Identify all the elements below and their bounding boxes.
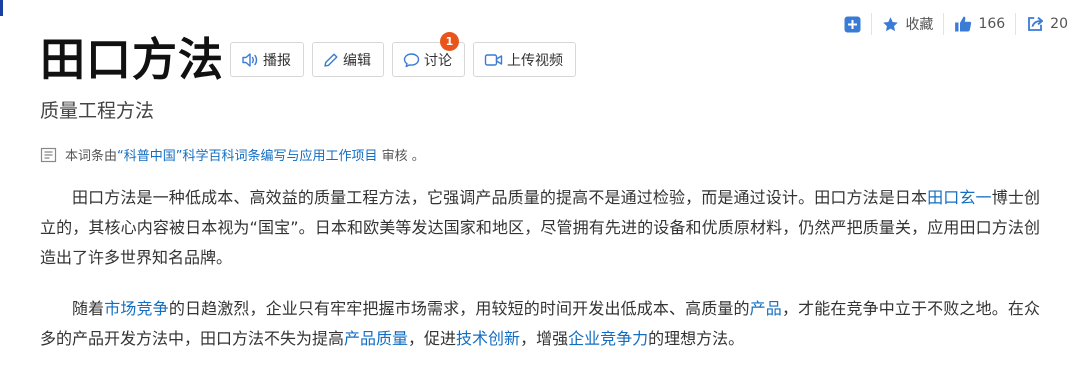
- review-project-link[interactable]: “科普中国”科学百科词条编写与应用工作项目: [117, 149, 377, 164]
- star-icon: [883, 16, 899, 31]
- like-count: 166: [978, 16, 1006, 32]
- paragraph-1: 田口方法是一种低成本、高效益的质量工程方法，它强调产品质量的提高不是通过检验，而…: [40, 188, 1040, 267]
- plus-square-icon: [844, 16, 861, 32]
- discuss-count-badge: 1: [440, 32, 459, 51]
- entry-actions-bar: 收藏 166 20: [834, 12, 1068, 36]
- thumbs-up-icon: [955, 16, 972, 32]
- pencil-icon: [324, 53, 338, 67]
- broadcast-label: 播报: [263, 52, 291, 69]
- paragraph-2: 随着市场竞争的日趋激烈，企业只有牢牢把握市场需求，用较短的时间开发出低成本、高质…: [40, 299, 1040, 348]
- like-button[interactable]: 166: [943, 13, 1015, 35]
- favorite-label: 收藏: [905, 17, 934, 33]
- discuss-button[interactable]: 讨论 1: [392, 32, 465, 77]
- speaker-icon: [242, 52, 258, 67]
- upload-video-label: 上传视频: [507, 52, 563, 69]
- favorite-button[interactable]: 收藏: [871, 13, 943, 35]
- review-notice: 本词条由“科普中国”科学百科词条编写与应用工作项目 审核 。: [40, 145, 425, 164]
- share-icon: [1028, 16, 1044, 31]
- upload-video-button[interactable]: 上传视频: [473, 42, 576, 77]
- link-technology-innovation[interactable]: 技术创新: [456, 329, 520, 348]
- add-button[interactable]: [834, 13, 871, 35]
- discuss-label: 讨论: [424, 52, 452, 69]
- review-notice-prefix: 本词条由: [65, 149, 118, 164]
- edit-label: 编辑: [343, 52, 371, 69]
- share-count: 20: [1050, 16, 1068, 32]
- edge-marker: [0, 0, 3, 16]
- edit-button[interactable]: 编辑: [312, 42, 384, 77]
- review-notice-suffix: 审核 。: [377, 149, 425, 164]
- broadcast-button[interactable]: 播报: [230, 42, 304, 77]
- link-product[interactable]: 产品: [750, 299, 782, 318]
- video-camera-icon: [484, 53, 503, 66]
- link-enterprise-competitiveness[interactable]: 企业竞争力: [568, 329, 648, 348]
- link-taguchi-genichi[interactable]: 田口玄一: [927, 188, 992, 207]
- share-button[interactable]: 20: [1015, 13, 1068, 35]
- entry-subtitle: 质量工程方法: [40, 100, 155, 122]
- link-product-quality[interactable]: 产品质量: [344, 329, 408, 348]
- entry-toolbar: 播报 编辑 讨论 1 上传视频: [230, 32, 576, 77]
- link-market-competition[interactable]: 市场竞争: [104, 299, 169, 318]
- entry-title: 田口方法: [40, 33, 225, 86]
- document-icon: [40, 147, 57, 162]
- chat-bubble-icon: [403, 52, 420, 67]
